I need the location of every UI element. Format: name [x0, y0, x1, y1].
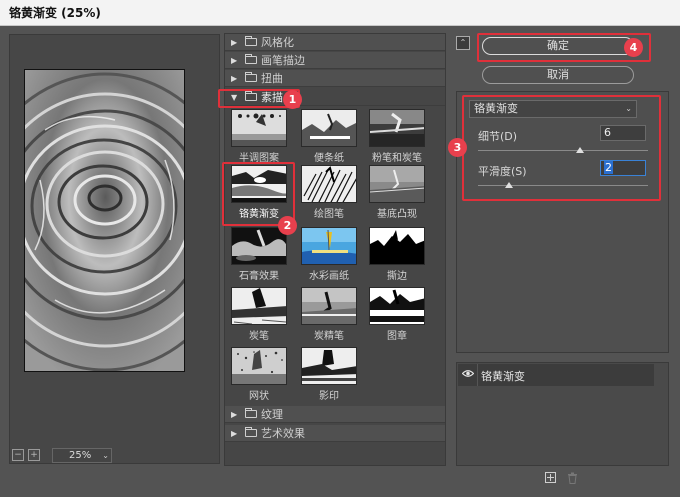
effect-layer-label: 铬黄渐变 — [481, 370, 525, 383]
plus-icon: + — [30, 450, 38, 460]
category-texture[interactable]: ▶ 纹理 — [225, 406, 445, 423]
filter-label: 图章 — [387, 331, 407, 342]
thumb-image — [231, 109, 287, 147]
thumb-image — [301, 347, 357, 385]
filter-label: 炭笔 — [249, 331, 269, 342]
thumb-image — [301, 287, 357, 325]
thumb-image — [231, 287, 287, 325]
filter-label: 石膏效果 — [239, 271, 279, 282]
filter-thumb-note-paper[interactable]: 便条纸 — [301, 109, 357, 164]
highlight-settings — [462, 95, 661, 201]
category-label: 画笔描边 — [261, 53, 305, 67]
thumb-image — [369, 165, 425, 203]
triangle-right-icon: ▶ — [231, 409, 238, 419]
preview-image[interactable] — [24, 69, 185, 372]
triangle-right-icon: ▶ — [231, 55, 238, 65]
thumb-image — [231, 227, 287, 265]
filter-thumb-graphic-pen[interactable]: 绘图笔 — [301, 165, 357, 220]
thumb-image — [231, 347, 287, 385]
annotation-badge: 4 — [624, 38, 643, 57]
filter-label: 撕边 — [387, 271, 407, 282]
filter-thumb-bas-relief[interactable]: 基底凸现 — [369, 165, 425, 220]
filter-thumb-reticulation[interactable]: 网状 — [231, 347, 287, 402]
cancel-button[interactable]: 取消 — [482, 66, 634, 84]
filter-thumb-torn-edges[interactable]: 撕边 — [369, 227, 425, 282]
thumb-image — [369, 227, 425, 265]
chevron-up-icon: ⌃ — [459, 38, 467, 47]
thumb-image — [369, 109, 425, 147]
triangle-right-icon: ▶ — [231, 73, 238, 83]
annotation-badge: 3 — [448, 138, 467, 157]
zoom-value: 25% — [69, 449, 92, 461]
folder-icon — [245, 408, 257, 418]
category-label: 扭曲 — [261, 71, 283, 85]
filter-thumb-conte-crayon[interactable]: 炭精笔 — [301, 287, 357, 342]
filter-thumb-halftone[interactable]: 半调图案 — [231, 109, 287, 164]
category-artistic[interactable]: ▶ 艺术效果 — [225, 425, 445, 442]
layer-separator — [477, 364, 478, 386]
folder-icon — [245, 36, 257, 46]
folder-icon — [245, 427, 257, 437]
category-brush-strokes[interactable]: ▶ 画笔描边 — [225, 52, 445, 69]
category-stylize[interactable]: ▶ 风格化 — [225, 34, 445, 51]
category-label: 艺术效果 — [261, 426, 305, 440]
filter-label: 便条纸 — [314, 153, 344, 164]
filter-thumb-chalk-charcoal[interactable]: 粉笔和炭笔 — [369, 109, 425, 164]
thumb-image — [301, 109, 357, 147]
zoom-out-button[interactable]: − — [12, 449, 24, 461]
filter-label: 网状 — [249, 391, 269, 402]
filter-thumb-photocopy[interactable]: 影印 — [301, 347, 357, 402]
thumb-image — [301, 165, 357, 203]
filter-label: 粉笔和炭笔 — [372, 153, 422, 164]
annotation-badge: 1 — [283, 90, 302, 109]
filter-label: 炭精笔 — [314, 331, 344, 342]
filter-thumb-charcoal[interactable]: 炭笔 — [231, 287, 287, 342]
triangle-right-icon: ▶ — [231, 37, 238, 47]
zoom-select[interactable]: 25% ⌄ — [52, 447, 112, 463]
category-label: 纹理 — [261, 407, 283, 421]
thumb-image — [301, 227, 357, 265]
filter-label: 基底凸现 — [377, 209, 417, 220]
annotation-badge: 2 — [278, 216, 297, 235]
filter-thumb-plaster[interactable]: 石膏效果 — [231, 227, 287, 282]
filter-thumb-stamp[interactable]: 图章 — [369, 287, 425, 342]
triangle-right-icon: ▶ — [231, 428, 238, 438]
preview-toolbar: − + 25% ⌄ — [9, 446, 220, 464]
folder-icon — [245, 72, 257, 82]
eye-icon[interactable] — [462, 369, 474, 378]
collapse-gallery-button[interactable]: ⌃ — [456, 36, 470, 50]
filter-label: 影印 — [319, 391, 339, 402]
add-effect-layer-button[interactable] — [545, 472, 556, 483]
trash-icon[interactable] — [567, 472, 578, 484]
chevron-down-icon: ⌄ — [102, 450, 109, 460]
category-label: 风格化 — [261, 35, 294, 49]
folder-icon — [245, 54, 257, 64]
thumb-image — [369, 287, 425, 325]
filter-label: 水彩画纸 — [309, 271, 349, 282]
minus-icon: − — [14, 450, 22, 460]
category-distort[interactable]: ▶ 扭曲 — [225, 70, 445, 87]
filter-label: 绘图笔 — [314, 209, 344, 220]
zoom-in-button[interactable]: + — [28, 449, 40, 461]
window-title: 铬黄渐变 (25%) — [0, 0, 680, 26]
filter-thumb-water-paper[interactable]: 水彩画纸 — [301, 227, 357, 282]
